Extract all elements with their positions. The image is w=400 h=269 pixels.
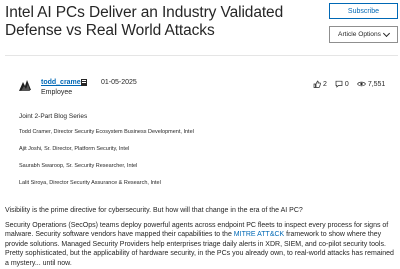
post-date: 01-05-2025 xyxy=(101,79,137,86)
article-body: Visibility is the prime directive for cy… xyxy=(5,206,397,269)
contributor-line: Lalit Siroya, Director Security Assuranc… xyxy=(19,180,161,186)
article-options-label: Article Options xyxy=(338,31,381,38)
thumbs-up-icon xyxy=(313,80,321,88)
header-divider xyxy=(5,55,398,56)
post-stats: 2 0 7,551 xyxy=(313,80,385,88)
comments-count: 0 xyxy=(344,80,349,88)
author-role: Employee xyxy=(41,89,73,96)
contributor-line: Ajit Joshi, Sr. Director, Platform Secur… xyxy=(19,146,130,152)
comments-stat[interactable]: 0 xyxy=(335,80,349,88)
series-label: Joint 2-Part Blog Series xyxy=(19,113,88,120)
likes-count: 2 xyxy=(323,80,327,88)
author-name-link[interactable]: todd_cramer xyxy=(41,79,83,86)
avatar[interactable] xyxy=(17,77,34,94)
mitre-attack-link[interactable]: MITRE ATT&CK xyxy=(234,231,284,238)
article-title: Intel AI PCs Deliver an Industry Validat… xyxy=(5,4,284,39)
views-stat: 7,551 xyxy=(356,80,386,88)
contributor-line: Saurabh Swaroop, Sr. Security Researcher… xyxy=(19,163,138,169)
article-paragraph: Security Operations (SecOps) teams deplo… xyxy=(5,221,397,269)
eye-icon xyxy=(356,81,366,87)
subscribe-button[interactable]: Subscribe xyxy=(329,3,398,19)
likes-stat[interactable]: 2 xyxy=(313,80,327,88)
intel-badge-icon xyxy=(81,79,87,86)
views-count: 7,551 xyxy=(367,80,386,88)
comment-bubble-icon xyxy=(335,80,343,88)
article-lead: Visibility is the prime directive for cy… xyxy=(5,207,303,214)
contributor-line: Todd Cramer, Director Security Ecosystem… xyxy=(19,129,194,135)
article-options-button[interactable]: Article Options xyxy=(329,26,398,43)
chevron-down-icon xyxy=(382,29,390,38)
